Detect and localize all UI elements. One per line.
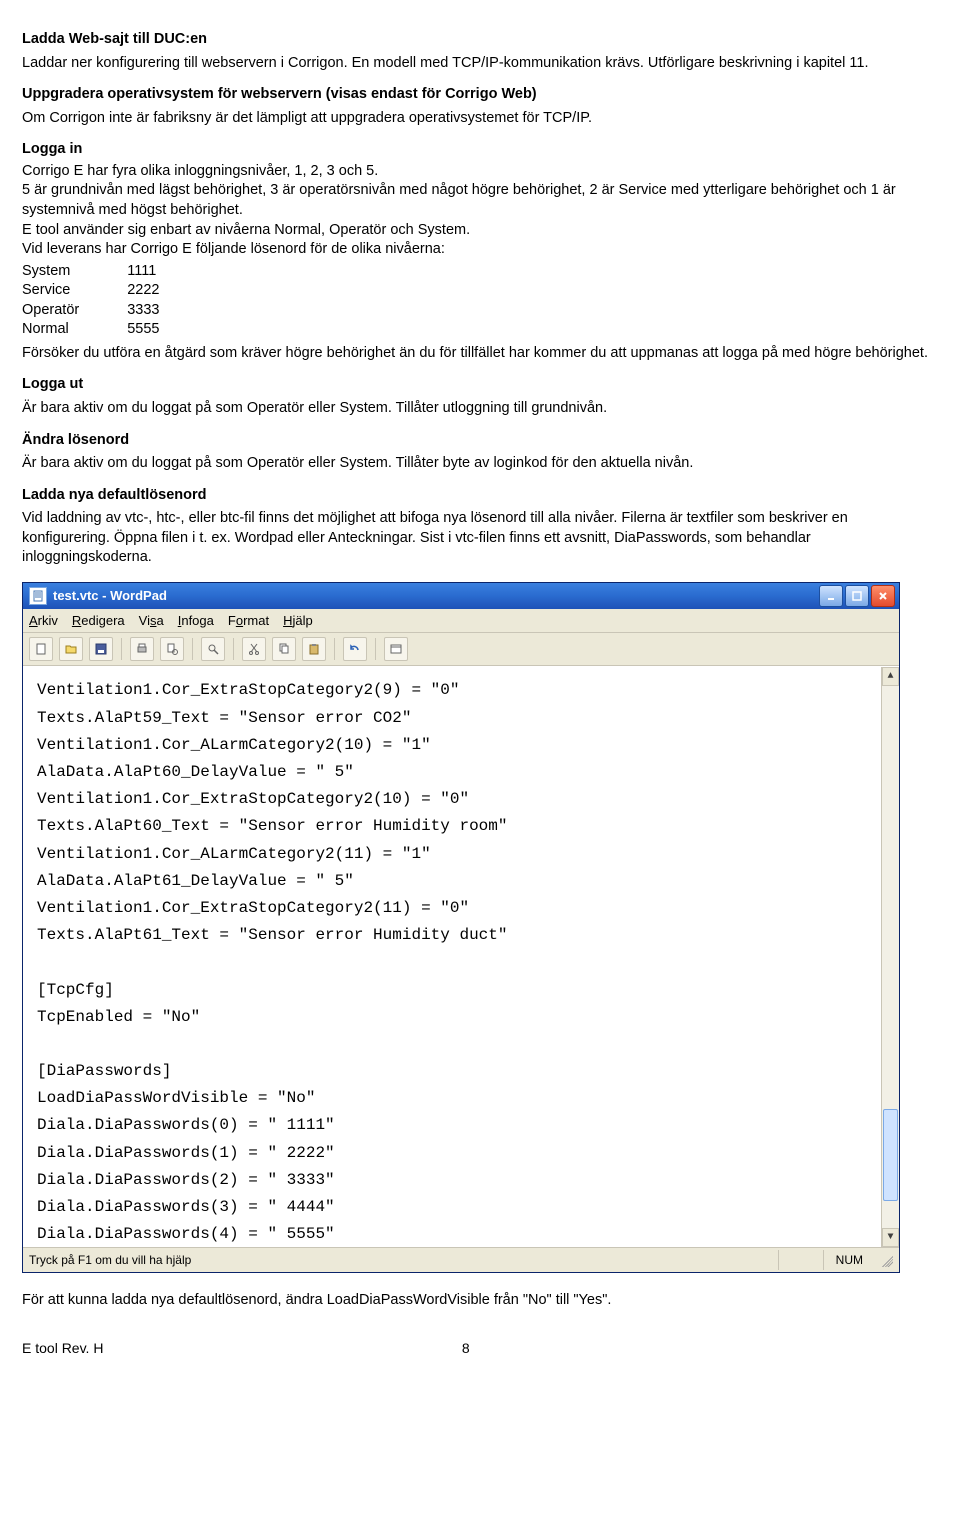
titlebar[interactable]: test.vtc - WordPad	[23, 583, 899, 609]
paste-icon[interactable]	[302, 637, 326, 661]
menu-hjalp[interactable]: Hjälp	[283, 612, 313, 630]
scroll-track[interactable]	[882, 686, 899, 1228]
find-icon[interactable]	[201, 637, 225, 661]
scroll-down-icon[interactable]: ▼	[882, 1228, 899, 1247]
menu-redigera[interactable]: Redigera	[72, 612, 125, 630]
open-file-icon[interactable]	[59, 637, 83, 661]
page-footer: E tool Rev. H 8	[22, 1339, 938, 1358]
pw-value: 3333	[127, 301, 207, 321]
wordpad-icon	[29, 587, 47, 605]
pw-name: System	[22, 262, 127, 282]
para-ladda-nya: Vid laddning av vtc-, htc-, eller btc-fi…	[22, 509, 938, 568]
wordpad-window: test.vtc - WordPad Arkiv Redigera Visa I…	[22, 582, 900, 1274]
menu-infoga[interactable]: Infoga	[178, 612, 214, 630]
para-logga-in-5: Försöker du utföra en åtgärd som kräver …	[22, 344, 938, 364]
pw-value: 2222	[127, 281, 207, 301]
toolbar-separator	[192, 638, 193, 660]
heading-uppgradera: Uppgradera operativsystem för webservern…	[22, 85, 938, 105]
status-left: Tryck på F1 om du vill ha hjälp	[29, 1252, 191, 1268]
close-button[interactable]	[871, 585, 895, 607]
print-icon[interactable]	[130, 637, 154, 661]
scroll-up-icon[interactable]: ▲	[882, 667, 899, 686]
resize-grip-icon[interactable]	[879, 1253, 893, 1267]
heading-ladda-nya: Ladda nya defaultlösenord	[22, 486, 938, 506]
menu-arkiv[interactable]: Arkiv	[29, 612, 58, 630]
status-num: NUM	[823, 1250, 875, 1270]
maximize-button[interactable]	[845, 585, 869, 607]
scroll-thumb[interactable]	[883, 1109, 898, 1201]
table-row: Operatör3333	[22, 301, 208, 321]
para-logga-in-1: Corrigo E har fyra olika inloggningsnivå…	[22, 162, 938, 182]
toolbar-separator	[233, 638, 234, 660]
datetime-icon[interactable]	[384, 637, 408, 661]
menu-format[interactable]: Format	[228, 612, 269, 630]
heading-logga-ut: Logga ut	[22, 375, 938, 395]
pw-name: Operatör	[22, 301, 127, 321]
status-blank	[778, 1250, 823, 1270]
password-table: System1111 Service2222 Operatör3333 Norm…	[22, 262, 208, 340]
editor-area[interactable]: Ventilation1.Cor_ExtraStopCategory2(9) =…	[23, 666, 899, 1247]
pw-name: Normal	[22, 320, 127, 340]
toolbar-separator	[334, 638, 335, 660]
vertical-scrollbar[interactable]: ▲ ▼	[881, 667, 899, 1247]
heading-andra-losenord: Ändra lösenord	[22, 431, 938, 451]
table-row: Service2222	[22, 281, 208, 301]
para-andra-losenord: Är bara aktiv om du loggat på som Operat…	[22, 454, 938, 474]
table-row: Normal5555	[22, 320, 208, 340]
heading-ladda-web: Ladda Web-sajt till DUC:en	[22, 30, 938, 50]
menubar: Arkiv Redigera Visa Infoga Format Hjälp	[23, 609, 899, 634]
titlebar-text: test.vtc - WordPad	[53, 587, 819, 605]
undo-icon[interactable]	[343, 637, 367, 661]
pw-value: 5555	[127, 320, 207, 340]
para-logga-in-3: E tool använder sig enbart av nivåerna N…	[22, 221, 938, 241]
table-row: System1111	[22, 262, 208, 282]
footer-page: 8	[103, 1339, 828, 1358]
new-file-icon[interactable]	[29, 637, 53, 661]
para-uppgradera: Om Corrigon inte är fabriksny är det läm…	[22, 109, 938, 129]
toolbar	[23, 633, 899, 666]
toolbar-separator	[375, 638, 376, 660]
para-logga-in-2: 5 är grundnivån med lägst behörighet, 3 …	[22, 181, 938, 220]
copy-icon[interactable]	[272, 637, 296, 661]
print-preview-icon[interactable]	[160, 637, 184, 661]
footer-left: E tool Rev. H	[22, 1339, 103, 1358]
toolbar-separator	[121, 638, 122, 660]
para-ladda-web: Laddar ner konfigurering till webservern…	[22, 54, 938, 74]
para-after-image: För att kunna ladda nya defaultlösenord,…	[22, 1291, 938, 1311]
para-logga-ut: Är bara aktiv om du loggat på som Operat…	[22, 399, 938, 419]
save-icon[interactable]	[89, 637, 113, 661]
para-logga-in-4: Vid leverans har Corrigo E följande löse…	[22, 240, 938, 260]
minimize-button[interactable]	[819, 585, 843, 607]
editor-content: Ventilation1.Cor_ExtraStopCategory2(9) =…	[37, 681, 507, 1243]
heading-logga-in: Logga in	[22, 140, 938, 160]
menu-visa[interactable]: Visa	[139, 612, 164, 630]
statusbar: Tryck på F1 om du vill ha hjälp NUM	[23, 1247, 899, 1272]
pw-value: 1111	[127, 262, 207, 282]
pw-name: Service	[22, 281, 127, 301]
cut-icon[interactable]	[242, 637, 266, 661]
